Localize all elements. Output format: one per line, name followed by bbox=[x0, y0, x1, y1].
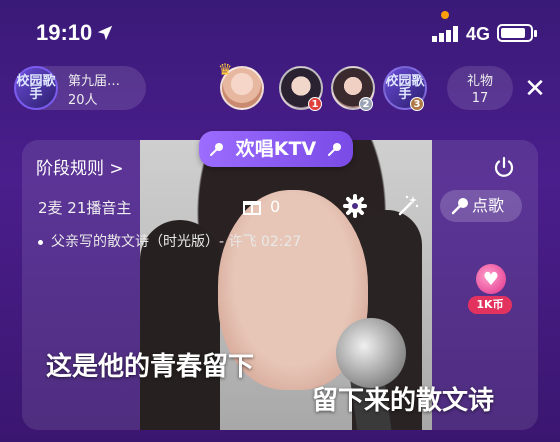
microphone-icon bbox=[328, 143, 341, 156]
rank-badge-1: 1 bbox=[308, 97, 322, 111]
rank-badge-2: 2 bbox=[359, 97, 373, 111]
coin-label: 1K币 bbox=[468, 296, 512, 314]
room-online-count: 20人 bbox=[68, 93, 98, 108]
stage-rules-link[interactable]: 阶段规则 > bbox=[36, 154, 124, 179]
status-time: 19:10 bbox=[36, 20, 93, 45]
heart-icon: ♥ bbox=[476, 264, 506, 294]
gift-icon[interactable] bbox=[242, 196, 262, 216]
close-icon[interactable]: ✕ bbox=[522, 76, 548, 102]
cellular-signal-icon bbox=[432, 26, 458, 42]
microphone-icon bbox=[210, 143, 223, 156]
request-song-label: 点歌 bbox=[472, 196, 505, 215]
now-playing-dot bbox=[38, 239, 43, 245]
settings-icon[interactable] bbox=[343, 194, 367, 218]
ktv-mode-tab[interactable]: 欢唱KTV bbox=[199, 131, 353, 167]
room-name: 第九届… bbox=[68, 74, 121, 89]
location-arrow-icon bbox=[97, 25, 113, 41]
battery-icon bbox=[497, 24, 537, 42]
crown-icon: ♛ bbox=[218, 60, 233, 79]
video-figure-hair-left bbox=[140, 220, 220, 430]
request-song-button[interactable]: 点歌 bbox=[440, 190, 522, 222]
now-playing: 父亲写的散文诗（时光版）- 许飞 02:27 bbox=[38, 231, 301, 251]
gift-pill[interactable]: 礼物 17 bbox=[447, 66, 513, 110]
gift-pill-count: 17 bbox=[471, 91, 489, 106]
coin-gift-badge[interactable]: ♥ 1K币 bbox=[468, 264, 512, 320]
gift-pill-label: 礼物 bbox=[466, 74, 493, 89]
lyrics-line-2: 留下来的散文诗 bbox=[312, 386, 495, 416]
video-microphone bbox=[336, 318, 406, 388]
microphone-icon bbox=[451, 198, 468, 215]
mic-info: 2麦 21播音主 bbox=[38, 199, 132, 217]
gift-counter: 0 bbox=[270, 197, 281, 216]
privacy-indicator bbox=[441, 11, 449, 19]
status-bar: 19:10 4G bbox=[0, 0, 560, 60]
room-info[interactable]: 校园歌手 第九届… 20人 bbox=[14, 66, 146, 110]
rank-badge-3: 3 bbox=[410, 97, 424, 111]
ktv-mode-label: 欢唱KTV bbox=[235, 138, 317, 160]
room-logo: 校园歌手 bbox=[14, 66, 58, 110]
power-icon[interactable] bbox=[492, 156, 516, 180]
ktv-panel: 阶段规则 > 2麦 21播音主 0 点歌 父亲写的散文诗（时光版）- 许飞 02… bbox=[22, 140, 538, 430]
network-type: 4G bbox=[466, 24, 491, 44]
now-playing-text: 父亲写的散文诗（时光版）- 许飞 02:27 bbox=[51, 234, 302, 250]
magic-wand-icon[interactable] bbox=[396, 194, 420, 218]
lyrics-line-1: 这是他的青春留下 bbox=[46, 352, 255, 382]
